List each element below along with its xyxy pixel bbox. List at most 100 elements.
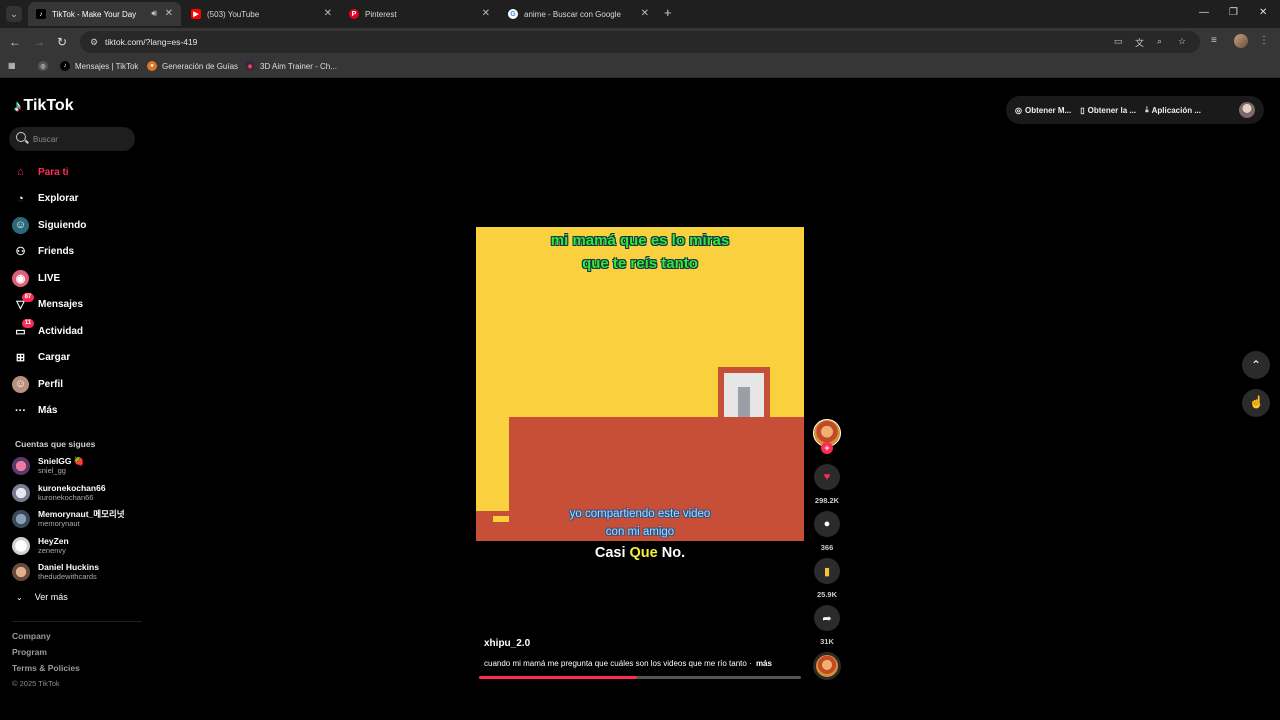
account-name: HeyZen bbox=[38, 535, 69, 546]
sidebar-item-friends[interactable]: ⚇ Friends bbox=[12, 239, 142, 266]
avatar bbox=[12, 457, 30, 476]
share-button[interactable]: ➦ bbox=[814, 605, 840, 631]
copyright: © 2025 TikTok bbox=[12, 679, 60, 688]
close-window-icon[interactable]: ✕ bbox=[1259, 7, 1267, 18]
more-icon: ··· bbox=[15, 404, 26, 417]
youtube-favicon-icon: ▶ bbox=[191, 9, 201, 19]
get-app-button[interactable]: ▯ Obtener la ... bbox=[1080, 106, 1136, 115]
sidebar-item-actividad[interactable]: ▭ 11 Actividad bbox=[12, 318, 142, 345]
close-tab-icon[interactable]: ✕ bbox=[165, 8, 173, 19]
sidebar-item-label: Mensajes bbox=[38, 299, 84, 311]
bookmark-generacion-guias[interactable]: ● Generación de Guías bbox=[147, 61, 238, 71]
following-account[interactable]: kuronekochan66 kuronekochan66 bbox=[12, 480, 147, 507]
account-name: Memorynaut_메모리넛 bbox=[38, 509, 125, 520]
sidebar-item-live[interactable]: ◉ LIVE bbox=[12, 265, 142, 292]
following-account[interactable]: Memorynaut_메모리넛 memorynaut bbox=[12, 506, 147, 533]
tab-title: Pinterest bbox=[365, 9, 397, 19]
account-handle: zenenvy bbox=[38, 545, 66, 555]
back-icon[interactable]: ← bbox=[9, 35, 21, 49]
tab-youtube[interactable]: ▶ (503) YouTube ✕ bbox=[183, 2, 340, 26]
following-account[interactable]: HeyZen zenenvy bbox=[12, 533, 147, 560]
desktop-app-button[interactable]: ⤓ Aplicación ... bbox=[1145, 105, 1201, 115]
sidebar-item-label: Siguiendo bbox=[38, 219, 87, 231]
sidebar-divider bbox=[12, 621, 142, 622]
video-progress-bar[interactable] bbox=[479, 676, 801, 679]
apps-grid-icon[interactable]: ▦ bbox=[8, 61, 16, 70]
following-account[interactable]: SnielGG 🍓 sniel_gg bbox=[12, 453, 147, 480]
bookmark-aim-trainer[interactable]: ◉ 3D Aim Trainer - Ch... bbox=[245, 61, 337, 71]
site-info-icon[interactable]: ⚙ bbox=[88, 36, 100, 48]
see-more-label: Ver más bbox=[34, 592, 68, 602]
tab-google[interactable]: G anime - Buscar con Google ✕ bbox=[500, 2, 657, 26]
chrome-web-icon[interactable]: ◎ bbox=[38, 61, 53, 71]
more-link[interactable]: más bbox=[756, 659, 772, 668]
like-count: 298.2K bbox=[814, 496, 840, 505]
tiktok-note-icon: ♪ bbox=[14, 97, 22, 115]
sidebar-item-explorar[interactable]: ◔ Explorar bbox=[12, 186, 142, 213]
tiktok-page: ♪ TikTok ⌂ Para ti ◔ Explorar ☺ Siguiend… bbox=[0, 80, 1280, 720]
footer-link-terms[interactable]: Terms & Policies bbox=[12, 662, 80, 678]
follow-plus-icon[interactable]: + bbox=[821, 442, 833, 454]
subtitle-highlight: Que bbox=[629, 545, 658, 561]
sidebar-item-para-ti[interactable]: ⌂ Para ti bbox=[12, 159, 142, 186]
get-coins-button[interactable]: ◎ Obtener M... bbox=[1015, 106, 1071, 115]
logo-text: TikTok bbox=[23, 97, 74, 114]
new-tab-button[interactable]: + bbox=[664, 6, 672, 20]
video-description: cuando mi mamá me pregunta que cuáles so… bbox=[484, 659, 772, 668]
phone-icon: ▯ bbox=[1080, 105, 1085, 115]
bookmark-label: 3D Aim Trainer - Ch... bbox=[260, 61, 337, 71]
restore-icon[interactable]: ❐ bbox=[1229, 7, 1238, 18]
castle-door bbox=[724, 373, 764, 417]
following-account[interactable]: Daniel Huckins thedudewithcards bbox=[12, 559, 147, 586]
cast-icon[interactable]: ▭ bbox=[1114, 36, 1123, 47]
tab-title: (503) YouTube bbox=[207, 9, 260, 19]
sidebar-item-label: Cargar bbox=[38, 352, 71, 364]
reload-icon[interactable]: ↻ bbox=[57, 35, 67, 49]
sidebar-item-mas[interactable]: ··· Más bbox=[12, 398, 142, 425]
search-icon bbox=[16, 132, 26, 142]
sidebar-item-perfil[interactable]: ☺ Perfil bbox=[12, 371, 142, 398]
bookmark-star-icon[interactable]: ☆ bbox=[1178, 36, 1186, 47]
upload-icon: ⊞ bbox=[15, 352, 26, 365]
video-caption-bottom: yo compartiendo este video con mi amigo bbox=[476, 505, 804, 541]
media-control-icon[interactable]: ≡ bbox=[1211, 35, 1217, 46]
close-tab-icon[interactable]: ✕ bbox=[324, 8, 332, 19]
sidebar-item-siguiendo[interactable]: ☺ Siguiendo bbox=[12, 212, 142, 239]
zoom-icon[interactable]: ⌕ bbox=[1157, 36, 1162, 47]
footer-link-company[interactable]: Company bbox=[12, 630, 80, 646]
account-handle: kuronekochan66 bbox=[38, 492, 94, 502]
search-input[interactable] bbox=[33, 131, 129, 147]
browser-profile-avatar[interactable] bbox=[1234, 34, 1248, 48]
following-icon: ☺ bbox=[12, 216, 29, 234]
aim-trainer-favicon-icon: ◉ bbox=[245, 61, 255, 71]
video-author[interactable]: xhipu_2.0 bbox=[484, 638, 530, 649]
video-player[interactable]: mi mamá que es lo miras que te reís tant… bbox=[476, 227, 804, 541]
globe-icon: ◎ bbox=[38, 61, 48, 71]
minimize-icon[interactable]: — bbox=[1199, 7, 1209, 18]
tab-tiktok[interactable]: ♪ TikTok - Make Your Day 🔊︎ ✕ bbox=[28, 2, 181, 26]
music-disc[interactable] bbox=[813, 652, 841, 680]
browser-menu-icon[interactable]: ⋮ bbox=[1259, 35, 1269, 46]
forward-icon[interactable]: → bbox=[33, 35, 45, 49]
previous-video-button[interactable]: ⌃ bbox=[1242, 351, 1270, 379]
see-more-button[interactable]: ⌄ Ver más bbox=[16, 592, 68, 602]
close-tab-icon[interactable]: ✕ bbox=[482, 8, 490, 19]
close-tab-icon[interactable]: ✕ bbox=[641, 8, 649, 19]
user-avatar[interactable] bbox=[1239, 102, 1255, 118]
tiktok-logo[interactable]: ♪ TikTok bbox=[14, 97, 74, 115]
comment-button[interactable]: ● bbox=[814, 511, 840, 537]
bookmark-tiktok-messages[interactable]: ♪ Mensajes | TikTok bbox=[60, 61, 138, 71]
sidebar-item-cargar[interactable]: ⊞ Cargar bbox=[12, 345, 142, 372]
like-button[interactable]: ♥ bbox=[814, 464, 840, 490]
sidebar-item-mensajes[interactable]: ▽ 87 Mensajes bbox=[12, 292, 142, 319]
caption-line: con mi amigo bbox=[605, 526, 675, 538]
translate-icon[interactable]: 文 bbox=[1135, 36, 1144, 49]
footer-link-program[interactable]: Program bbox=[12, 646, 80, 662]
address-bar[interactable]: ⚙ tiktok.com/?lang=es-419 ▭ 文 ⌕ ☆ bbox=[80, 31, 1200, 53]
save-button[interactable]: ▮ bbox=[814, 558, 840, 584]
speaker-icon[interactable]: 🔊︎ bbox=[151, 8, 157, 19]
tab-search-icon[interactable]: ⌄ bbox=[6, 6, 22, 22]
tab-pinterest[interactable]: P Pinterest ✕ bbox=[341, 2, 498, 26]
url-text[interactable]: tiktok.com/?lang=es-419 bbox=[105, 37, 197, 47]
search-box[interactable] bbox=[9, 127, 135, 151]
